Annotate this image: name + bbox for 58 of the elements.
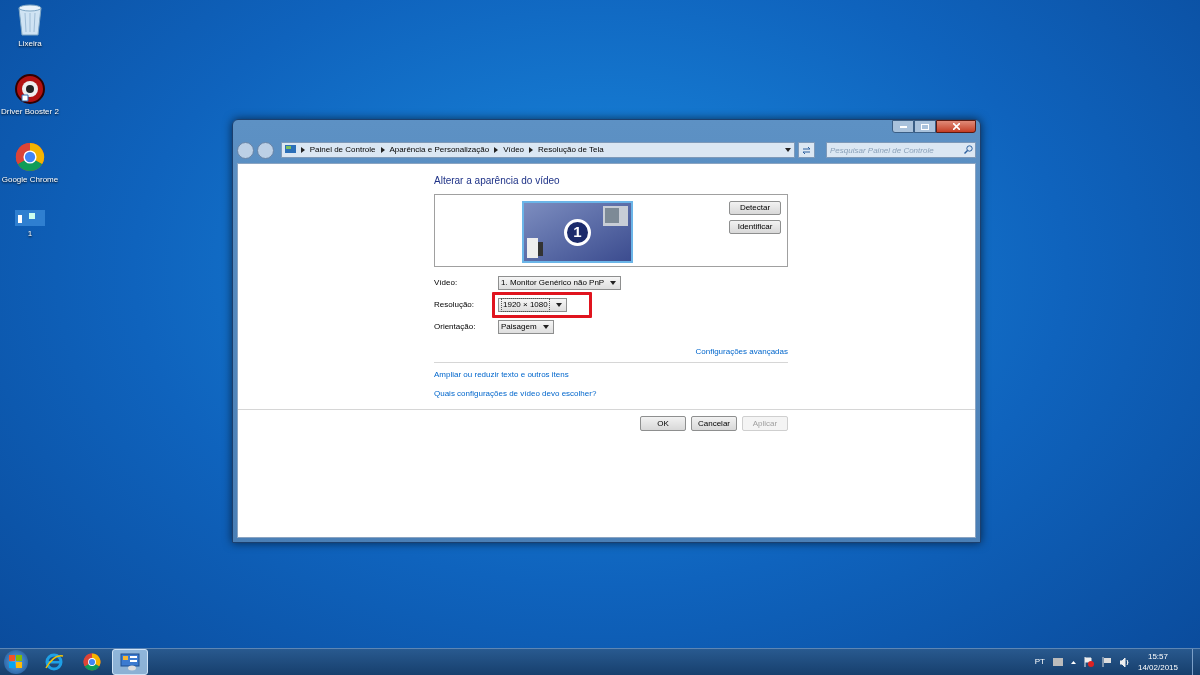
window-preview-drawing: [603, 206, 628, 226]
chrome-icon: [15, 142, 45, 172]
dropdown[interactable]: Paisagem: [498, 320, 554, 334]
close-icon: [952, 123, 960, 130]
control-panel-icon: [284, 145, 296, 155]
dropdown[interactable]: 1920 × 1080: [498, 298, 567, 312]
dialog-button[interactable]: Cancelar: [691, 416, 737, 431]
display-settings-icon: [120, 653, 140, 671]
breadcrumb-item[interactable]: Vídeo: [503, 144, 525, 156]
caret-icon[interactable]: [1070, 660, 1076, 664]
field-label: Orientação:: [434, 321, 477, 333]
search-icon: [964, 145, 973, 154]
taskbar-button[interactable]: [112, 649, 148, 675]
refresh-icon: [802, 145, 812, 155]
document-preview-drawing: [527, 238, 543, 258]
language-indicator[interactable]: PT: [1034, 656, 1045, 668]
dialog-button[interactable]: OK: [640, 416, 686, 431]
monitor-button[interactable]: Detectar: [729, 201, 781, 215]
clock[interactable]: 15:57 14/02/2015: [1137, 651, 1178, 673]
search-field[interactable]: Pesquisar Painel de Controle: [826, 142, 976, 158]
dropdown-arrow-icon: [555, 303, 562, 307]
chevron-icon: [380, 147, 385, 153]
desktop-icon-label[interactable]: Google Chrome: [1, 174, 59, 186]
address-bar[interactable]: Painel de Controle Aparência e Personalização Vídeo Resolução de Tela: [280, 142, 796, 158]
internet-explorer-icon: [44, 652, 64, 672]
dropdown[interactable]: 1. Monitor Genérico não PnP: [498, 276, 622, 290]
advanced-settings-link[interactable]: Configurações avançadas: [695, 346, 788, 358]
breadcrumb-item[interactable]: Aparência e Personalização: [389, 144, 490, 156]
chrome-icon: [83, 653, 101, 671]
page-heading: Alterar a aparência do vídeo: [434, 174, 561, 188]
field-label: Vídeo:: [434, 277, 459, 289]
window-thumbnail-icon: [15, 210, 45, 226]
dropdown-arrow-icon: [610, 281, 617, 285]
speaker-icon[interactable]: [1119, 657, 1130, 667]
chevron-icon: [494, 147, 499, 153]
chevron-icon: [529, 147, 534, 153]
desktop-icon-label[interactable]: Lixeira: [18, 38, 42, 50]
field-label: Resolução:: [434, 299, 476, 311]
close-button[interactable]: [936, 120, 976, 133]
breadcrumb-item[interactable]: Painel de Controle: [309, 144, 376, 156]
flag-icon[interactable]: [1083, 657, 1094, 667]
dropdown-arrow-icon: [785, 148, 792, 152]
chevron-icon: [300, 147, 305, 153]
start-button[interactable]: [4, 650, 28, 674]
monitor-button[interactable]: Identificar: [729, 220, 781, 234]
recycle-bin-icon: [17, 4, 43, 36]
minimize-button[interactable]: [892, 120, 914, 133]
dropdown-arrow-icon: [542, 325, 549, 329]
monitor-number-badge: 1: [564, 218, 591, 246]
help-link[interactable]: Quais configurações de vídeo devo escolher?: [434, 388, 788, 400]
keyboard-icon[interactable]: [1052, 658, 1063, 666]
monitor-tile[interactable]: 1: [522, 201, 633, 263]
help-link[interactable]: Ampliar ou reduzir texto e outros itens: [434, 369, 788, 381]
maximize-button[interactable]: [914, 120, 936, 133]
breadcrumb-item[interactable]: Resolução de Tela: [538, 144, 604, 156]
windows-logo-icon: [9, 655, 23, 669]
desktop-icon-label[interactable]: Driver Booster 2: [1, 106, 59, 118]
desktop-icon-label[interactable]: 1: [27, 228, 33, 240]
